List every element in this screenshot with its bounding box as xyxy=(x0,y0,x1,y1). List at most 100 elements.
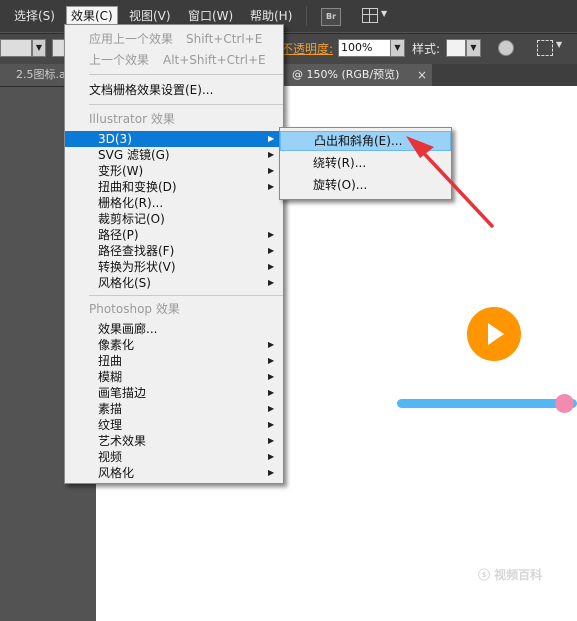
style-swatch[interactable] xyxy=(446,39,466,57)
submenu-item-rotate[interactable]: 旋转(O)... xyxy=(280,175,451,195)
menu-item-label: 栅格化(R)... xyxy=(98,196,164,210)
chevron-down-icon[interactable]: ▼ xyxy=(466,39,481,57)
align-selection-icon[interactable] xyxy=(537,40,553,56)
chevron-down-icon[interactable]: ▼ xyxy=(32,39,46,57)
submenu-item-extrude-bevel[interactable]: 凸出和斜角(E)... xyxy=(280,131,451,151)
menu-item-apply-last-effect: 应用上一个效果 Shift+Ctrl+E xyxy=(65,31,283,47)
menu-item-label: 路径(P) xyxy=(98,228,139,242)
menu-item-label: 扭曲和变换(D) xyxy=(98,180,177,194)
menu-item-convert-to-shape[interactable]: 转换为形状(V) ▶ xyxy=(65,259,283,275)
menu-item-video[interactable]: 视频 ▶ xyxy=(65,449,283,465)
menu-item-3d[interactable]: 3D(3) ▶ xyxy=(65,131,283,147)
menu-item-last-effect: 上一个效果 Alt+Shift+Ctrl+E xyxy=(65,52,283,68)
menu-separator xyxy=(89,295,283,296)
submenu-item-revolve[interactable]: 绕转(R)... xyxy=(280,153,451,173)
play-button-artwork[interactable] xyxy=(467,307,521,361)
menu-separator xyxy=(89,104,283,105)
section-header-photoshop: Photoshop 效果 xyxy=(89,302,180,316)
menu-item-pathfinder[interactable]: 路径查找器(F) ▶ xyxy=(65,243,283,259)
menu-item-label: 旋转(O)... xyxy=(313,178,368,192)
chevron-right-icon: ▶ xyxy=(268,166,275,175)
menu-item-shortcut: Alt+Shift+Ctrl+E xyxy=(163,53,266,67)
chevron-right-icon: ▶ xyxy=(268,246,275,255)
menu-item-svg-filters[interactable]: SVG 滤镜(G) ▶ xyxy=(65,147,283,163)
menu-item-label: 风格化(S) xyxy=(98,276,151,290)
menu-item-distort-transform[interactable]: 扭曲和变换(D) ▶ xyxy=(65,179,283,195)
menu-view[interactable]: 视图(V) xyxy=(125,7,175,25)
menu-item-label: 3D(3) xyxy=(98,132,132,146)
menu-divider xyxy=(306,6,307,26)
menu-item-texture[interactable]: 纹理 ▶ xyxy=(65,417,283,433)
menu-item-label: 应用上一个效果 xyxy=(89,32,174,46)
menu-item-shortcut: Shift+Ctrl+E xyxy=(186,32,263,46)
menu-item-distort[interactable]: 扭曲 ▶ xyxy=(65,353,283,369)
menu-item-raster-settings[interactable]: 文档栅格效果设置(E)... xyxy=(65,82,283,98)
menu-item-path[interactable]: 路径(P) ▶ xyxy=(65,227,283,243)
chevron-right-icon: ▶ xyxy=(268,182,275,191)
bridge-icon[interactable]: Br xyxy=(321,8,341,26)
menu-item-label: 路径查找器(F) xyxy=(98,244,175,258)
chevron-right-icon: ▶ xyxy=(268,468,275,477)
menu-item-label: 转换为形状(V) xyxy=(98,260,176,274)
section-header-illustrator: Illustrator 效果 xyxy=(89,112,175,126)
menu-help[interactable]: 帮助(H) xyxy=(246,7,296,25)
menu-item-label: 上一个效果 xyxy=(89,53,150,67)
opacity-input[interactable]: 100% xyxy=(338,39,394,57)
menu-select[interactable]: 选择(S) xyxy=(10,7,59,25)
chevron-right-icon: ▶ xyxy=(268,436,275,445)
menu-item-stylize-photoshop[interactable]: 风格化 ▶ xyxy=(65,465,283,481)
chevron-right-icon: ▶ xyxy=(268,388,275,397)
effect-menu: 应用上一个效果 Shift+Ctrl+E 上一个效果 Alt+Shift+Ctr… xyxy=(64,24,284,484)
menu-item-label: 艺术效果 xyxy=(98,434,147,448)
tab-title: @ 150% (RGB/预览) xyxy=(292,68,400,81)
progress-slider-track-artwork[interactable] xyxy=(397,399,577,408)
menu-item-label: 绕转(R)... xyxy=(313,156,367,170)
menu-item-artistic[interactable]: 艺术效果 ▶ xyxy=(65,433,283,449)
menu-item-label: SVG 滤镜(G) xyxy=(98,148,170,162)
menu-separator xyxy=(89,74,283,75)
play-icon xyxy=(488,323,504,345)
menu-item-label: 变形(W) xyxy=(98,164,144,178)
chevron-right-icon: ▶ xyxy=(268,150,275,159)
menu-item-label: 画笔描边 xyxy=(98,386,147,400)
chevron-right-icon: ▶ xyxy=(268,278,275,287)
menu-item-blur[interactable]: 模糊 ▶ xyxy=(65,369,283,385)
menu-item-rasterize[interactable]: 栅格化(R)... xyxy=(65,195,283,211)
menu-item-label: 文档栅格效果设置(E)... xyxy=(89,83,214,97)
menu-item-label: 模糊 xyxy=(98,370,123,384)
menu-item-label: 裁剪标记(O) xyxy=(98,212,165,226)
menu-item-label: 风格化 xyxy=(98,466,135,480)
chevron-down-icon[interactable]: ▼ xyxy=(390,39,405,57)
chevron-down-icon[interactable]: ▼ xyxy=(556,40,562,49)
menu-item-label: 视频 xyxy=(98,450,123,464)
recolor-artwork-icon[interactable] xyxy=(498,40,514,56)
menu-item-label: 效果画廊... xyxy=(98,322,158,336)
progress-slider-knob-artwork[interactable] xyxy=(555,394,574,413)
menu-item-label: 像素化 xyxy=(98,338,135,352)
close-icon[interactable]: × xyxy=(417,64,427,86)
chevron-right-icon: ▶ xyxy=(268,452,275,461)
menu-window[interactable]: 窗口(W) xyxy=(184,7,237,25)
fill-swatch[interactable] xyxy=(0,39,32,57)
menu-effect[interactable]: 效果(C) xyxy=(66,6,118,26)
arrange-documents-icon[interactable] xyxy=(362,8,378,23)
menu-item-label: 纹理 xyxy=(98,418,123,432)
chevron-right-icon: ▶ xyxy=(268,372,275,381)
menu-item-brush-strokes[interactable]: 画笔描边 ▶ xyxy=(65,385,283,401)
menu-item-label: 扭曲 xyxy=(98,354,123,368)
menu-item-label: 素描 xyxy=(98,402,123,416)
chevron-right-icon: ▶ xyxy=(268,340,275,349)
menu-item-warp[interactable]: 变形(W) ▶ xyxy=(65,163,283,179)
style-label: 样式: xyxy=(412,42,441,56)
menu-item-pixelate[interactable]: 像素化 ▶ xyxy=(65,337,283,353)
menu-item-effect-gallery[interactable]: 效果画廊... xyxy=(65,321,283,337)
chevron-right-icon: ▶ xyxy=(268,356,275,365)
menu-item-stylize[interactable]: 风格化(S) ▶ xyxy=(65,275,283,291)
menu-item-crop-marks[interactable]: 裁剪标记(O) xyxy=(65,211,283,227)
menu-item-sketch[interactable]: 素描 ▶ xyxy=(65,401,283,417)
chevron-down-icon[interactable]: ▼ xyxy=(381,9,387,18)
watermark: ⓢ 视频百科 xyxy=(478,568,543,582)
document-tab-active[interactable]: @ 150% (RGB/预览) × xyxy=(284,64,432,86)
chevron-right-icon: ▶ xyxy=(268,420,275,429)
opacity-label[interactable]: 不透明度: xyxy=(281,40,333,57)
